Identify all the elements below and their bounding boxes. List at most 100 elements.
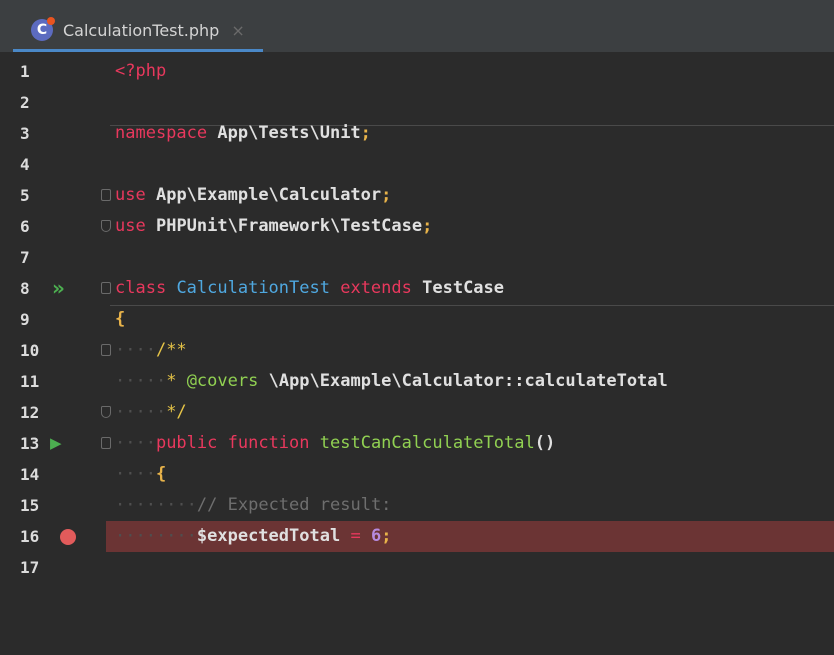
tab-calculationtest[interactable]: C CalculationTest.php ×: [13, 11, 263, 52]
gutter[interactable]: 4: [0, 149, 106, 180]
line-number: 7: [20, 248, 30, 267]
code-token: //: [196, 495, 218, 515]
fold-icon[interactable]: [101, 344, 111, 356]
line-number: 9: [20, 310, 30, 329]
code-text: <?php: [115, 56, 166, 87]
line-number: 14: [20, 465, 40, 484]
code-editor[interactable]: 1 <?php 2 3 namespace App\Tests\Unit; 4 5 use A…: [0, 52, 834, 655]
code-token: public: [155, 433, 218, 453]
code-text: use App\Example\Calculator;: [115, 180, 391, 211]
code-text: ····{: [115, 459, 166, 490]
code-token: ;: [381, 185, 392, 205]
gutter[interactable]: 14: [0, 459, 106, 490]
tab-filename: CalculationTest.php: [63, 20, 220, 40]
code-line[interactable]: 3 namespace App\Tests\Unit;: [0, 118, 834, 149]
gutter[interactable]: 1: [0, 56, 106, 87]
code-token: @covers: [186, 371, 259, 391]
code-token: <?php: [115, 61, 167, 81]
gutter[interactable]: 7: [0, 242, 106, 273]
code-token: (): [534, 433, 556, 453]
close-icon[interactable]: ×: [231, 21, 244, 40]
code-line[interactable]: 8» class CalculationTest extends TestCase: [0, 273, 834, 304]
line-number: 13: [20, 434, 40, 453]
fold-icon[interactable]: [101, 189, 111, 201]
code-line[interactable]: 5 use App\Example\Calculator;: [0, 180, 834, 211]
gutter[interactable]: 13 ▶: [0, 428, 106, 459]
code-token: App\Example\Calculator: [155, 185, 382, 205]
run-test-icon[interactable]: ▶: [50, 428, 62, 459]
line-number: 4: [20, 155, 30, 174]
code-token: result:: [319, 495, 392, 515]
code-line[interactable]: 13 ▶ ····public function testCanCalculateT…: [0, 428, 834, 459]
code-token: ····: [115, 464, 156, 484]
gutter[interactable]: 2: [0, 87, 106, 118]
gutter[interactable]: 5: [0, 180, 106, 211]
code-text: ········$expectedTotal = 6;: [115, 521, 391, 552]
code-token: ;: [360, 123, 371, 143]
code-line[interactable]: 11 ·····* @covers \App\Example\Calculator…: [0, 366, 834, 397]
breakpoint-icon[interactable]: [60, 529, 76, 545]
gutter[interactable]: 6: [0, 211, 106, 242]
gutter[interactable]: 3: [0, 118, 106, 149]
code-text: ····/**: [115, 335, 187, 366]
gutter[interactable]: 9: [0, 304, 106, 335]
fold-icon[interactable]: [101, 220, 111, 232]
code-token: PHPUnit\Framework\TestCase: [155, 216, 423, 236]
code-line[interactable]: 15 ········// Expected result:: [0, 490, 834, 521]
php-file-icon: C: [31, 17, 55, 41]
code-token: =: [350, 526, 361, 546]
code-text: class CalculationTest extends TestCase: [115, 273, 504, 304]
fold-icon[interactable]: [101, 437, 111, 449]
code-line[interactable]: 6 use PHPUnit\Framework\TestCase;: [0, 211, 834, 242]
code-line[interactable]: 9{: [0, 304, 834, 335]
run-class-icon[interactable]: »: [52, 273, 65, 304]
code-line[interactable]: 17: [0, 552, 834, 583]
gutter[interactable]: 8»: [0, 273, 106, 304]
code-token: ;: [422, 216, 433, 236]
line-number: 1: [20, 62, 30, 81]
fold-icon[interactable]: [101, 282, 111, 294]
code-token: CalculationTest: [176, 278, 330, 298]
gutter[interactable]: 10: [0, 335, 106, 366]
code-line[interactable]: 10 ····/**: [0, 335, 834, 366]
code-token: \App\Example\Calculator::calculateTotal: [268, 371, 668, 391]
code-token: *: [166, 371, 177, 391]
code-line[interactable]: 1 <?php: [0, 56, 834, 87]
gutter[interactable]: 12: [0, 397, 106, 428]
line-number: 11: [20, 372, 40, 391]
code-line[interactable]: 7: [0, 242, 834, 273]
code-token: $expectedTotal: [196, 526, 341, 546]
code-text: {: [115, 304, 125, 335]
code-text: use PHPUnit\Framework\TestCase;: [115, 211, 432, 242]
code-line[interactable]: 16 ········$expectedTotal = 6;: [0, 521, 834, 552]
code-token: function: [227, 433, 310, 453]
line-number: 5: [20, 186, 30, 205]
gutter[interactable]: 11: [0, 366, 106, 397]
fold-icon[interactable]: [101, 406, 111, 418]
gutter[interactable]: 16: [0, 521, 106, 552]
line-number: 2: [20, 93, 30, 112]
code-text: ····public function testCanCalculateTota…: [115, 428, 555, 459]
code-line[interactable]: 2: [0, 87, 834, 118]
code-token: ····: [115, 433, 156, 453]
gutter[interactable]: 17: [0, 552, 106, 583]
code-line[interactable]: 12 ·····*/: [0, 397, 834, 428]
code-token: use: [115, 216, 146, 236]
editor-tab-bar: C CalculationTest.php ×: [0, 0, 834, 52]
code-token: Expected: [227, 495, 310, 515]
code-token: extends: [340, 278, 412, 298]
gutter[interactable]: 15: [0, 490, 106, 521]
code-token: /**: [155, 340, 187, 360]
code-text: namespace App\Tests\Unit;: [115, 118, 371, 149]
code-token: class: [115, 278, 167, 298]
line-number: 17: [20, 558, 40, 577]
code-line[interactable]: 4: [0, 149, 834, 180]
code-line[interactable]: 14 ····{: [0, 459, 834, 490]
